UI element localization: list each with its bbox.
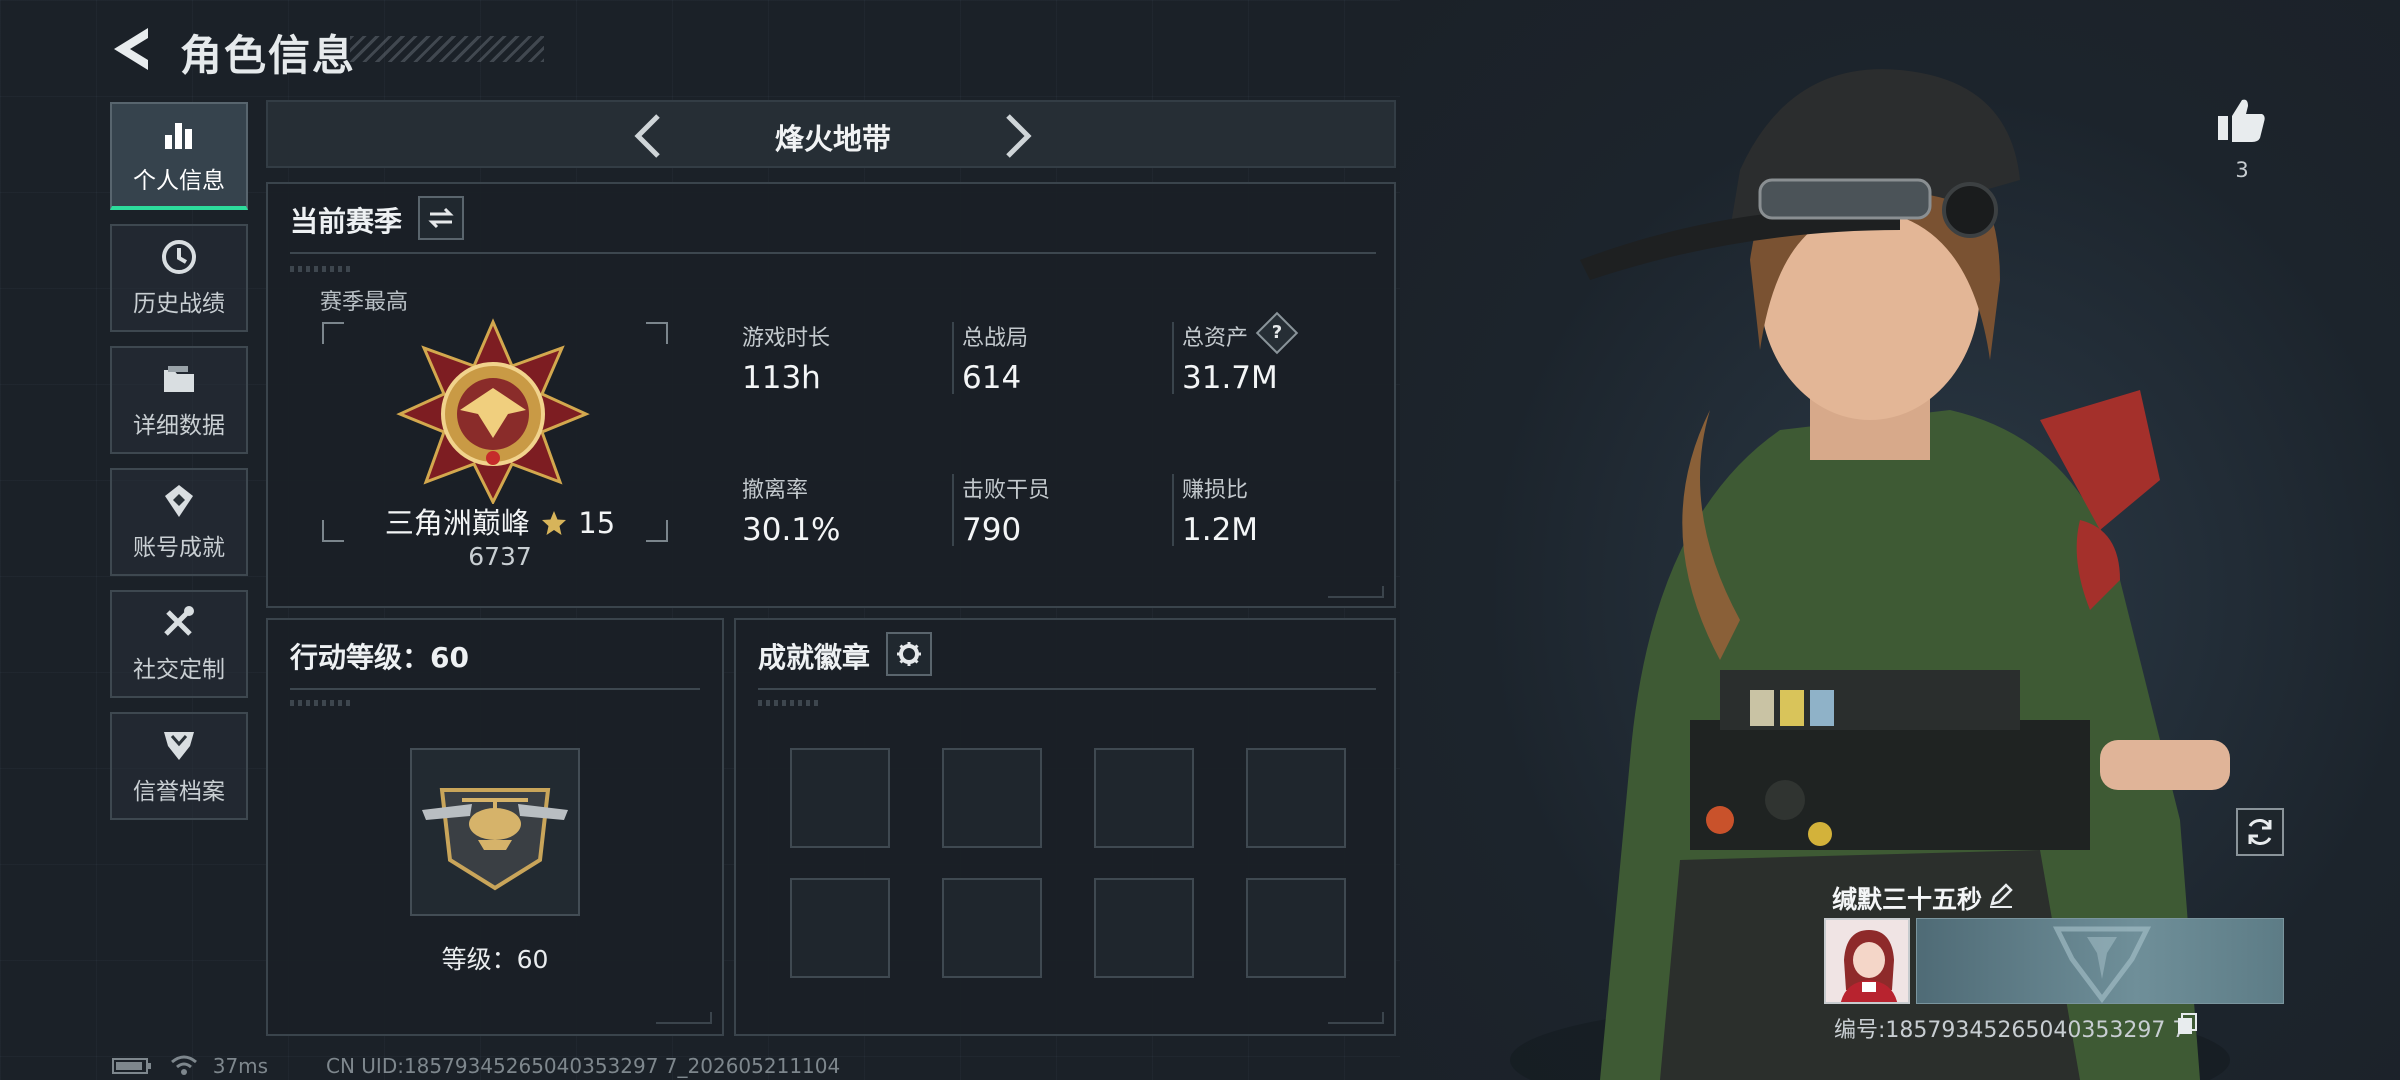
nav-item-achievements[interactable]: 账号成就	[110, 468, 248, 576]
divider	[952, 322, 954, 394]
season-title: 当前赛季	[290, 205, 403, 238]
swap-icon	[428, 207, 454, 229]
nav-item-social[interactable]: 社交定制	[110, 590, 248, 698]
stat-label-kills: 击败干员	[962, 478, 1051, 503]
stat-label-total-matches: 总战局	[962, 326, 1029, 351]
stat-label-playtime: 游戏时长	[742, 326, 831, 351]
stat-label-profit-ratio: 赚损比	[1182, 478, 1249, 503]
chevron-left-icon[interactable]	[628, 112, 670, 160]
badge-settings-button[interactable]	[886, 632, 932, 676]
rank-stars: 15	[578, 506, 616, 540]
badge-slot[interactable]	[1094, 878, 1194, 978]
uid-text: CN UID:18579345265040353297 7_2026052111…	[326, 1054, 841, 1078]
decoration	[290, 700, 350, 706]
nav-label: 详细数据	[133, 413, 225, 439]
bar-chart-icon	[165, 123, 192, 149]
achievement-icon	[165, 485, 193, 517]
badge-slot[interactable]	[942, 748, 1042, 848]
wifi-icon	[171, 1055, 198, 1075]
bracket-decoration	[646, 322, 668, 344]
stat-label-extract-rate: 撤离率	[742, 478, 809, 503]
mode-title: 烽火地带	[774, 122, 891, 156]
level-label: 等级：60	[441, 945, 549, 974]
edit-pencil-icon[interactable]	[1988, 882, 2014, 908]
rank-name-row: 三角洲巅峰 15	[340, 500, 660, 542]
divider	[1172, 474, 1174, 546]
title-decoration	[350, 36, 544, 62]
stat-value-total-assets: 31.7M	[1182, 360, 1278, 396]
stat-value-profit-ratio: 1.2M	[1182, 512, 1259, 548]
name-card	[1916, 918, 2284, 1004]
stat-value-extract-rate: 30.1%	[742, 512, 841, 548]
nav-label: 账号成就	[133, 535, 225, 561]
corner-decoration	[1328, 586, 1384, 598]
rank-name: 三角洲巅峰	[384, 506, 530, 540]
status-bar: 37ms	[112, 1054, 268, 1078]
like-count: 3	[2235, 158, 2249, 182]
badge-slot[interactable]	[1246, 878, 1346, 978]
corner-decoration	[1328, 1012, 1384, 1024]
nav-label: 社交定制	[133, 657, 225, 683]
avatar[interactable]	[1824, 918, 1910, 1004]
level-emblem	[422, 788, 568, 891]
ping-text: 37ms	[212, 1054, 269, 1078]
divider	[290, 252, 1376, 254]
battery-icon	[112, 1058, 151, 1074]
history-clock-icon	[162, 240, 196, 274]
chevron-right-icon[interactable]	[996, 112, 1038, 160]
stat-value-total-matches: 614	[962, 360, 1022, 396]
thumbs-up-icon[interactable]	[2216, 96, 2268, 144]
shield-crest-icon	[164, 732, 194, 760]
nav-label: 信誉档案	[133, 779, 225, 805]
season-best-label: 赛季最高	[320, 290, 409, 315]
decoration	[290, 266, 350, 272]
badge-slot[interactable]	[1246, 748, 1346, 848]
rank-score: 6737	[468, 542, 532, 571]
badge-slot[interactable]	[790, 748, 890, 848]
tools-icon	[164, 606, 194, 636]
player-id: 编号:18579345265040353297 7	[1834, 1018, 2187, 1043]
stat-label-total-assets: 总资产	[1182, 326, 1249, 351]
divider	[290, 688, 700, 690]
star-icon	[542, 511, 567, 535]
copy-icon[interactable]	[2176, 1012, 2198, 1036]
gear-icon	[897, 642, 921, 666]
decoration	[758, 700, 818, 706]
avatar-image	[1826, 920, 1908, 1002]
stat-value-kills: 790	[962, 512, 1022, 548]
nav-label: 历史战绩	[133, 291, 225, 317]
badge-slot[interactable]	[1094, 748, 1194, 848]
nav-item-detailed-data[interactable]: 详细数据	[110, 346, 248, 454]
divider	[952, 474, 954, 546]
divider	[758, 688, 1376, 690]
stat-value-playtime: 113h	[742, 360, 821, 396]
badge-slot[interactable]	[942, 878, 1042, 978]
season-switch-button[interactable]	[418, 196, 464, 240]
nav-item-personal-info[interactable]: 个人信息	[110, 102, 248, 210]
nav-item-reputation[interactable]: 信誉档案	[110, 712, 248, 820]
page-title: 角色信息	[180, 31, 357, 80]
refresh-icon	[2248, 819, 2272, 845]
level-emblem-frame	[410, 748, 580, 916]
bracket-decoration	[322, 322, 344, 344]
player-name: 缄默三十五秒	[1832, 885, 1983, 914]
badges-title: 成就徽章	[758, 641, 871, 674]
nav-item-history[interactable]: 历史战绩	[110, 224, 248, 332]
refresh-button[interactable]	[2236, 808, 2284, 856]
corner-decoration	[656, 1012, 712, 1024]
back-arrow-icon[interactable]	[108, 24, 154, 74]
name-card-emblem	[2052, 926, 2152, 1004]
nav-label: 个人信息	[133, 168, 225, 194]
folder-icon	[164, 366, 194, 392]
divider	[1172, 322, 1174, 394]
badge-slot[interactable]	[790, 878, 890, 978]
rank-emblem	[396, 318, 590, 504]
mode-selector: 烽火地带	[266, 100, 1396, 168]
level-title: 行动等级：60	[290, 641, 469, 674]
